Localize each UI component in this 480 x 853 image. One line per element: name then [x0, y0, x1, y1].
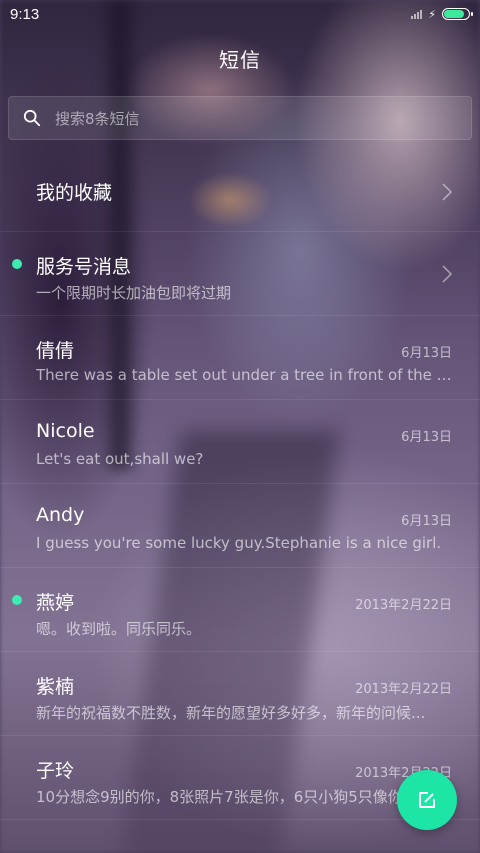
compose-button[interactable]	[397, 770, 457, 830]
search-placeholder: 搜索8条短信	[55, 109, 140, 128]
favorites-item[interactable]: 我的收藏	[0, 148, 480, 232]
message-preview: 嗯。收到啦。同乐同乐。	[36, 620, 202, 638]
message-item[interactable]: Nicole 6月13日 Let's eat out,shall we?	[0, 400, 480, 484]
signal-icon	[411, 9, 423, 19]
page-title: 短信	[219, 48, 261, 72]
sender-name: 子玲	[36, 760, 75, 782]
message-preview: 新年的祝福数不胜数，新年的愿望好多好多，新年的问候...	[36, 704, 426, 722]
favorites-label: 我的收藏	[36, 182, 113, 204]
unread-dot	[12, 595, 22, 605]
battery-fill	[444, 10, 465, 18]
message-preview: Let's eat out,shall we?	[36, 450, 204, 468]
chevron-right-icon	[442, 265, 453, 283]
message-date: 6月13日	[401, 514, 452, 529]
search-bar[interactable]: 搜索8条短信	[8, 96, 472, 140]
chevron-right-icon	[442, 183, 453, 201]
status-time: 9:13	[10, 5, 40, 23]
charging-icon: ⚡	[428, 7, 436, 21]
message-item[interactable]: 紫楠 2013年2月22日新年的祝福数不胜数，新年的愿望好多好多，新年的问候...	[0, 652, 480, 736]
sender-name: 服务号消息	[36, 256, 132, 278]
message-item[interactable]: 倩倩 6月13日 There was a table set out under a…	[0, 316, 480, 400]
message-item[interactable]: 燕婷 2013年2月22日嗯。收到啦。同乐同乐。	[0, 568, 480, 652]
sender-name: 燕婷	[36, 592, 75, 614]
message-item[interactable]: 服务号消息一个限期时长加油包即将过期	[0, 232, 480, 316]
message-item[interactable]: Andy 6月13日 I guess you're some lucky guy.S…	[0, 484, 480, 568]
message-list: 我的收藏 服务号消息一个限期时长加油包即将过期倩倩 6月13日 There was …	[0, 148, 480, 820]
message-preview: 一个限期时长加油包即将过期	[36, 284, 232, 302]
message-date: 6月13日	[401, 346, 452, 361]
search-icon	[23, 109, 41, 127]
compose-icon	[419, 792, 435, 808]
unread-dot	[12, 259, 22, 269]
status-bar: 9:13 ⚡	[0, 0, 480, 28]
sender-name: 紫楠	[36, 676, 75, 698]
message-preview: There was a table set out under a tree i…	[36, 366, 452, 384]
message-date: 2013年2月22日	[355, 598, 452, 613]
message-date: 2013年2月22日	[355, 682, 452, 697]
battery-icon	[442, 8, 473, 20]
message-date: 6月13日	[401, 430, 452, 445]
message-preview: 10分想念9别的你，8张照片7张是你，6只小狗5只像你	[36, 788, 403, 806]
sender-name: Nicole	[36, 420, 95, 442]
message-preview: I guess you're some lucky guy.Stephanie …	[36, 534, 442, 552]
sender-name: 倩倩	[36, 340, 75, 362]
sender-name: Andy	[36, 504, 85, 526]
